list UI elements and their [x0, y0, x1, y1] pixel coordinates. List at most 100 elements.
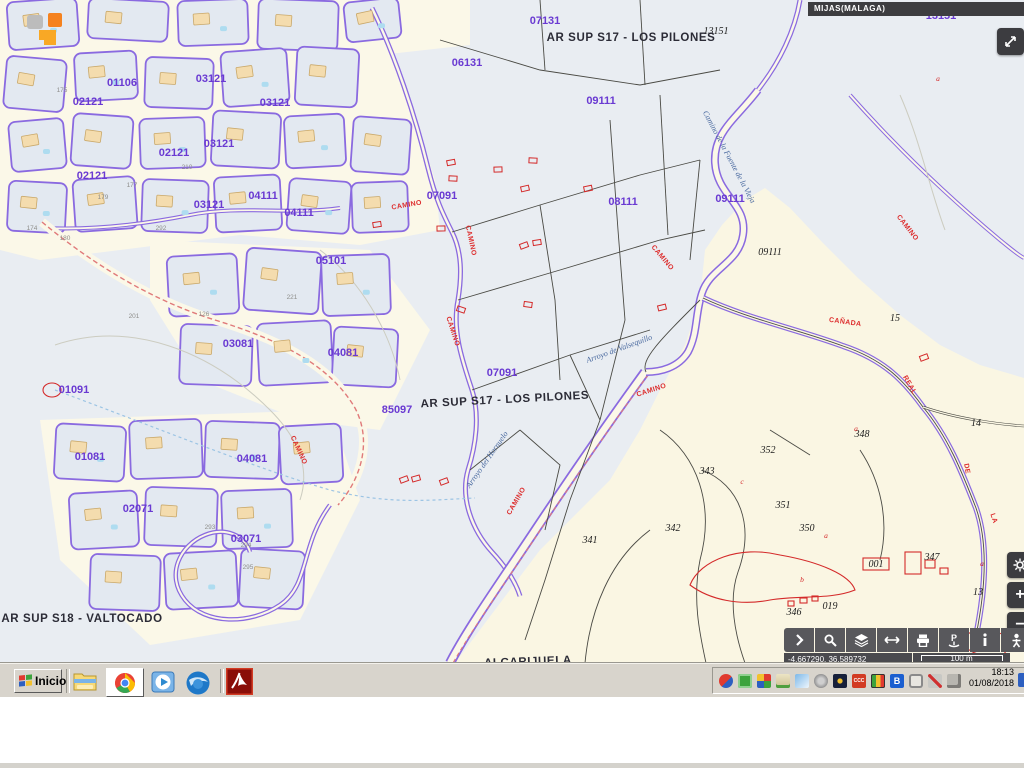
quicklaunch-thunderbird[interactable] — [185, 670, 211, 701]
measure-button[interactable] — [877, 628, 907, 652]
map-label: 001 — [869, 559, 884, 570]
windows-logo-icon — [19, 674, 32, 687]
building — [146, 437, 163, 449]
parcel-block — [69, 490, 140, 549]
scale-label: 100 m — [913, 654, 1010, 663]
map-label: a — [936, 74, 940, 83]
start-button[interactable]: Inicio — [14, 669, 62, 693]
locate-settings-button[interactable] — [1007, 552, 1024, 578]
building — [154, 132, 171, 144]
media-player-icon — [151, 670, 175, 694]
map-label: 294 — [241, 542, 252, 549]
quicklaunch-media-player[interactable] — [151, 670, 175, 699]
printer-icon — [916, 634, 930, 647]
map-label: 201 — [129, 313, 140, 320]
building — [20, 196, 37, 209]
tray-icon-color-quad[interactable] — [757, 674, 771, 688]
map-label: 03121 — [196, 73, 227, 85]
building — [229, 192, 246, 205]
pan-arrow-button[interactable] — [784, 628, 814, 652]
zoom-search-button[interactable] — [815, 628, 845, 652]
map-label: 09111 — [586, 95, 615, 107]
magnifier-icon — [823, 633, 837, 647]
tray-icon-display-gray[interactable] — [909, 674, 923, 688]
tray-icon-partial[interactable] — [1018, 673, 1024, 687]
map-label: 292 — [156, 225, 167, 232]
tray-icon-network[interactable] — [947, 674, 961, 688]
parcel-block — [257, 0, 339, 51]
tray-icon-bluetooth[interactable]: B — [890, 674, 904, 688]
map-label: 09111 — [758, 247, 782, 258]
tray-icon-ccleaner[interactable] — [719, 674, 733, 688]
tray-date: 01/08/2018 — [969, 678, 1014, 689]
map-label: 350 — [799, 523, 815, 534]
pool — [302, 358, 309, 363]
parcel-block — [139, 117, 206, 169]
parcel-block — [286, 178, 351, 234]
start-button-label: Inicio — [35, 674, 66, 688]
parcel-block — [239, 548, 306, 609]
parcel-block — [3, 55, 67, 112]
print-button[interactable] — [908, 628, 938, 652]
tray-clock[interactable]: 18:13 01/08/2018 — [969, 667, 1014, 689]
cadastral-map[interactable]: 0713106131131510911101106021210312103121… — [0, 0, 1024, 663]
map-label: 180 — [60, 235, 71, 242]
building — [237, 507, 254, 519]
expand-button[interactable] — [997, 28, 1024, 55]
map-label: 04081 — [237, 453, 268, 465]
building — [156, 195, 173, 207]
building — [364, 196, 381, 208]
map-label: 03121 — [204, 138, 235, 150]
map-label: a — [854, 424, 858, 433]
map-label: 03081 — [223, 338, 254, 350]
map-label: a — [824, 531, 828, 540]
pool — [43, 211, 50, 216]
layers-icon — [854, 633, 869, 647]
map-label: 09111 — [715, 193, 744, 205]
quicklaunch-acrobat[interactable] — [226, 668, 253, 700]
quicklaunch-chrome[interactable] — [106, 668, 144, 697]
parcel-block — [295, 46, 360, 107]
tray-icon-volume-muted[interactable] — [928, 674, 942, 688]
tray-icon-cluster-gray[interactable] — [814, 674, 828, 688]
tray-icon-antivirus-green[interactable] — [738, 674, 752, 688]
thunderbird-icon — [185, 670, 211, 696]
building — [160, 72, 177, 84]
tray-icon-package-update[interactable] — [776, 674, 790, 688]
info-button[interactable] — [970, 628, 1000, 652]
tray-icon-catalyst-red[interactable]: CCC — [852, 674, 866, 688]
tray-icon-monitor-navy[interactable] — [833, 674, 847, 688]
info-icon — [981, 633, 989, 647]
pool — [43, 149, 50, 154]
acrobat-icon — [226, 668, 253, 695]
pool — [378, 23, 385, 28]
zoom-in-button[interactable]: + — [1007, 582, 1024, 608]
pool — [262, 82, 269, 87]
map-label: 210 — [182, 164, 193, 171]
pegman-button[interactable] — [1001, 628, 1024, 652]
cadastral-map-viewport[interactable]: 0713106131131510911101106021210312103121… — [0, 0, 1024, 663]
map-label: 02071 — [123, 503, 154, 515]
layers-button[interactable] — [846, 628, 876, 652]
screen-bottom-strip — [0, 763, 1024, 768]
map-label: a — [980, 559, 984, 568]
tray-icon-sync-blue[interactable] — [795, 674, 809, 688]
building — [88, 66, 105, 79]
map-label: 352 — [760, 445, 776, 456]
marker-p-icon: P — [947, 633, 961, 648]
map-label: 02121 — [73, 96, 104, 108]
street-marker-button[interactable]: P — [939, 628, 969, 652]
map-label: 03121 — [260, 97, 291, 109]
pool — [111, 524, 118, 529]
building — [193, 13, 210, 25]
parcel-block — [243, 247, 322, 314]
map-label: 019 — [823, 601, 838, 612]
quicklaunch-folder-explorer[interactable] — [72, 670, 98, 697]
tray-icon-disk-meter[interactable] — [871, 674, 885, 688]
building — [337, 272, 354, 284]
map-label: 347 — [924, 552, 941, 563]
map-label: AR SUP S17 - LOS PILONES — [547, 32, 716, 44]
taskbar: Inicio — [0, 663, 1024, 697]
map-label: 174 — [27, 225, 38, 232]
map-label: AR SUP S18 - VALTOCADO — [1, 613, 162, 625]
